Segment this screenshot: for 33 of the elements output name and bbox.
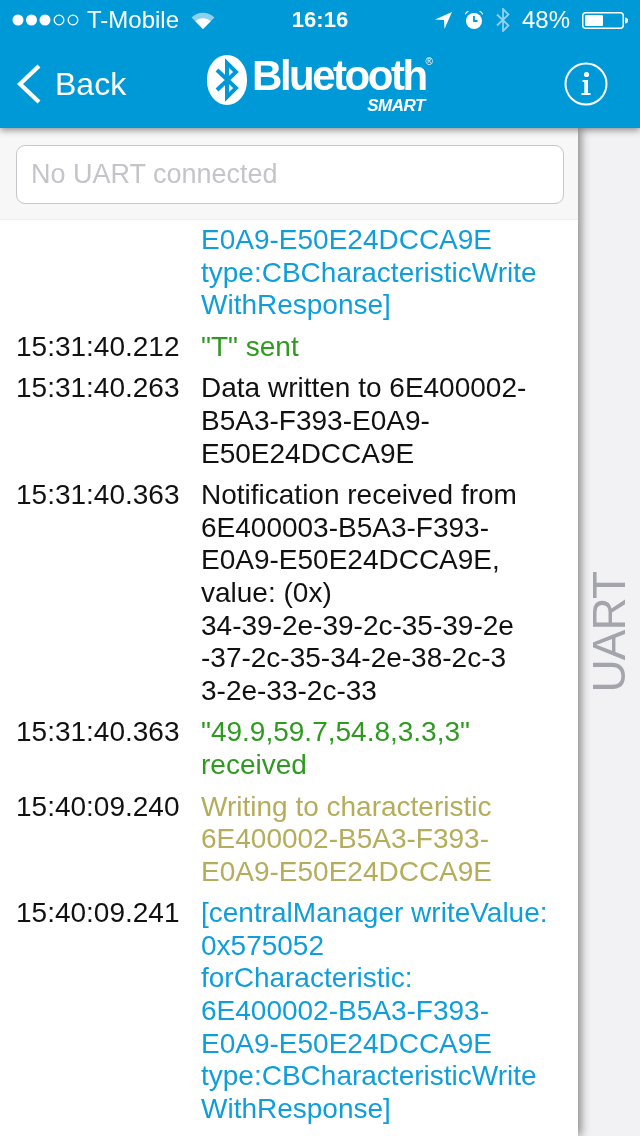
log-message: Writing to characteristic 6E400002-B5A3-F393- E0A9-E50E24DCCA9E (201, 790, 493, 889)
uart-input-field[interactable]: No UART connected (16, 145, 564, 204)
signal-strength-icon (12, 14, 79, 26)
log-timestamp: 15:40:09.240 (16, 790, 180, 822)
bluetooth-logo-icon (207, 54, 248, 105)
log-message: "T" sent (201, 330, 299, 364)
log-timestamp: 15:31:40.263 (16, 372, 180, 404)
back-chevron-icon (16, 64, 42, 104)
alarm-clock-icon (463, 10, 484, 30)
bluetooth-icon (495, 8, 510, 32)
log-message: Notification received from 6E400003-B5A3-F393- E0A9-E50E24DCCA9E, value: (0x) 34-39-2e-39-2c-35-39-2e -37-2c-35-34-2e-38-2c-3 3-2e-33-2c-33 (201, 479, 517, 708)
log-message: Data written to 6E400002- B5A3-F393-E0A9- E50E24DCCA9E (201, 372, 527, 471)
log-timestamp: 15:31:40.212 (16, 330, 180, 362)
side-panel-label: UART (586, 571, 632, 693)
back-button[interactable]: Back (16, 64, 127, 104)
log-timestamp: 15:31:40.363 (16, 479, 180, 511)
side-panel[interactable]: UART (578, 128, 640, 1136)
info-icon (564, 62, 608, 106)
battery-percentage: 48% (521, 8, 570, 32)
logo-tagline: SMART (367, 96, 425, 114)
info-button[interactable] (564, 62, 608, 106)
clock-time: 16:16 (291, 9, 349, 31)
registered-mark: ® (425, 56, 433, 67)
carrier-name: T-Mobile (87, 8, 180, 32)
log-timestamp: 15:31:40.363 (16, 716, 180, 748)
battery-icon (582, 11, 628, 29)
location-arrow-icon (434, 11, 452, 29)
log-message: E0A9-E50E24DCCA9E type:CBCharacteristicWrite WithResponse] (201, 224, 537, 322)
log-message: "49.9,59.7,54.8,3.3,3" received (201, 716, 470, 782)
logo-wordmark: Bluetooth (252, 54, 426, 97)
log-timestamp: 15:40:09.241 (16, 897, 180, 929)
wifi-icon (191, 11, 216, 29)
log-message: [centralManager writeValue: 0x575052 forCharacteristic: 6E400002-B5A3-F393- E0A9-E50E24DCCA9E type:CBCharacteristicWrite WithResponse] (201, 897, 548, 1126)
